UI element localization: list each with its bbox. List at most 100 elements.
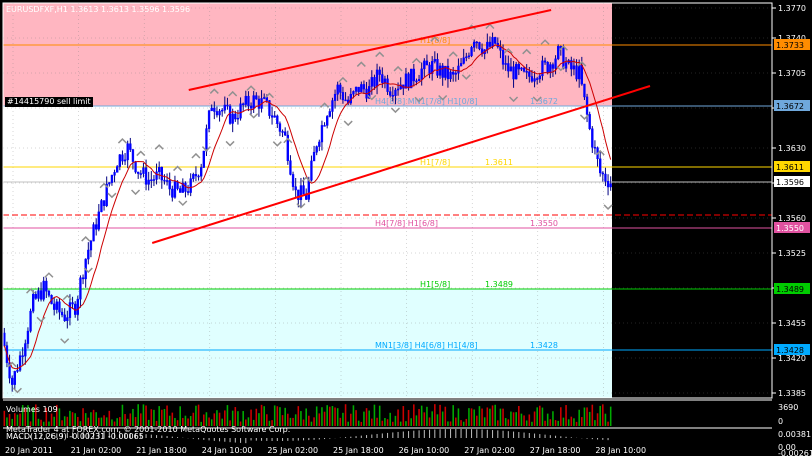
candle-body — [163, 179, 166, 182]
candle-body — [420, 68, 423, 80]
candle-body — [68, 302, 72, 318]
candle-body — [328, 111, 331, 117]
candle-body — [407, 73, 410, 89]
candle-body — [81, 277, 85, 280]
candle-body — [34, 294, 37, 299]
candle-body — [228, 105, 232, 124]
level-value: 1.3428 — [530, 341, 558, 350]
candle-body — [375, 69, 379, 87]
candle-body — [16, 370, 19, 372]
candle-body — [97, 211, 100, 230]
time-tick-label: 27 Jan 18:00 — [530, 446, 581, 455]
candle-body — [522, 67, 526, 72]
candle-body — [580, 65, 583, 85]
candle-body — [326, 116, 329, 126]
candle-body — [223, 104, 226, 111]
candle-body — [315, 146, 318, 153]
candle-body — [226, 104, 229, 107]
candle-body — [242, 103, 245, 106]
candle-body — [357, 86, 360, 93]
candle-body — [465, 56, 468, 59]
candle-body — [92, 224, 95, 242]
candle-body — [63, 314, 66, 321]
candle-body — [281, 131, 284, 133]
time-tick-label: 25 Jan 18:00 — [333, 446, 384, 455]
candle-body — [433, 59, 436, 62]
time-tick-label: 28 Jan 10:00 — [595, 446, 646, 455]
price-chart[interactable]: H1[8/8]H4[8/8] MN1[7/8] H1[0/8] 1.3672H1[… — [0, 0, 812, 456]
candle-body — [512, 66, 515, 80]
candle-body — [310, 160, 313, 181]
candle-body — [412, 68, 415, 82]
candle-body — [110, 174, 114, 183]
candle-body — [239, 103, 242, 119]
candle-body — [530, 76, 534, 82]
candle-body — [244, 95, 247, 105]
candle-body — [299, 185, 303, 200]
price-tick-label: 1.3770 — [778, 4, 806, 13]
candle-body — [509, 66, 513, 72]
candle-body — [438, 65, 442, 76]
order-label[interactable]: #14415790 sell limit — [5, 97, 93, 107]
candle-body — [129, 143, 132, 150]
candle-body — [425, 60, 429, 66]
candle-body — [126, 143, 129, 161]
candle-body — [231, 113, 234, 124]
candle-body — [572, 65, 576, 70]
candle-body — [475, 41, 478, 44]
time-tick-label: 27 Jan 02:00 — [464, 446, 515, 455]
candle-body — [341, 92, 345, 101]
price-tick-label: 1.3630 — [778, 144, 806, 153]
candle-body — [297, 189, 300, 200]
price-tick-label: 1.3420 — [778, 354, 806, 363]
candle-body — [333, 93, 337, 101]
candle-body — [147, 179, 150, 185]
candle-body — [53, 303, 56, 310]
chart-window: H1[8/8] H4[8/8] MN1[7/8] H1[0/8] 1.3672 H1[… — [0, 0, 812, 456]
candle-body — [470, 47, 473, 57]
candle-body — [588, 114, 591, 129]
candle-body — [218, 110, 221, 116]
candle-body — [255, 95, 258, 100]
candle-body — [165, 180, 169, 182]
candle-body — [454, 72, 457, 75]
candle-body — [491, 37, 494, 47]
candle-body — [137, 171, 140, 174]
candle-body — [121, 154, 124, 162]
candle-body — [108, 182, 111, 185]
candle-body — [39, 290, 43, 300]
candle-body — [152, 179, 156, 181]
candle-body — [386, 78, 389, 92]
candle-body — [278, 123, 282, 132]
candle-body — [404, 73, 408, 89]
candle-body — [95, 224, 98, 230]
candle-body — [89, 240, 93, 251]
candle-body — [554, 58, 557, 69]
price-tag-label: 1.3489 — [776, 285, 804, 294]
candle-body — [528, 71, 531, 77]
time-tick-label: 25 Jan 02:00 — [267, 446, 318, 455]
candle-body — [557, 46, 560, 60]
candle-body — [312, 151, 316, 162]
chart-title: EURUSDFXF,H1 1.3613 1.3613 1.3596 1.3596 — [6, 5, 191, 14]
candle-body — [593, 146, 597, 149]
candle-body — [236, 117, 240, 120]
candle-body — [517, 64, 520, 70]
macd-axis-label: 0.00381 — [778, 430, 811, 439]
price-tag-label: 1.3596 — [776, 178, 804, 187]
candle-body — [47, 290, 51, 296]
level-value: 1.3611 — [485, 158, 513, 167]
time-tick-label: 21 Jan 02:00 — [71, 446, 122, 455]
candle-body — [504, 63, 507, 65]
candle-body — [102, 200, 106, 207]
candle-body — [396, 88, 400, 91]
price-tick-label: 1.3385 — [778, 389, 806, 398]
candle-body — [213, 107, 216, 112]
candle-body — [42, 280, 45, 300]
candle-body — [289, 160, 292, 175]
candle-body — [457, 65, 460, 74]
price-tick-label: 1.3525 — [778, 249, 806, 258]
candle-body — [29, 310, 32, 332]
candle-body — [21, 355, 24, 357]
candle-body — [11, 377, 14, 385]
